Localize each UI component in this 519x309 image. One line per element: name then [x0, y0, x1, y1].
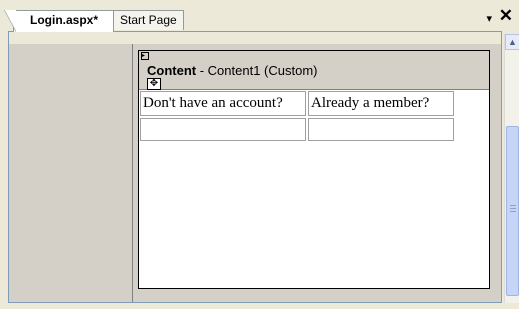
tab-login-aspx[interactable]: Login.aspx* — [4, 10, 114, 32]
content-name: Content — [147, 63, 197, 78]
grip-line — [510, 208, 516, 209]
smart-tag-icon[interactable]: ▸ — [141, 52, 149, 60]
scroll-thumb[interactable] — [506, 126, 519, 296]
content-header: ▸ Content - Content1 (Custom) ✥ — [139, 51, 489, 90]
table-cell[interactable] — [308, 118, 454, 141]
grip-line — [510, 211, 516, 212]
content-title: Content - Content1 (Custom) — [147, 63, 317, 78]
left-margin-pane — [9, 44, 133, 302]
grip-line — [510, 205, 516, 206]
tab-list-dropdown-icon[interactable]: ▾ — [486, 12, 492, 25]
table-cell[interactable]: Don't have an account? — [140, 91, 306, 116]
table-cell[interactable]: Already a member? — [308, 91, 454, 116]
tab-start-page[interactable]: Start Page — [113, 10, 184, 30]
content-suffix: - Content1 (Custom) — [196, 63, 318, 78]
close-icon[interactable]: ✕ — [499, 7, 513, 25]
vertical-scrollbar[interactable]: ▲ — [504, 34, 519, 303]
document-tab-strip: Login.aspx* Start Page ▾ ✕ — [0, 0, 519, 32]
table-cell[interactable] — [140, 118, 306, 141]
content-placeholder[interactable]: ▸ Content - Content1 (Custom) ✥ Don't ha… — [138, 50, 490, 289]
scroll-up-icon[interactable]: ▲ — [505, 34, 519, 50]
move-icon[interactable]: ✥ — [147, 78, 161, 90]
